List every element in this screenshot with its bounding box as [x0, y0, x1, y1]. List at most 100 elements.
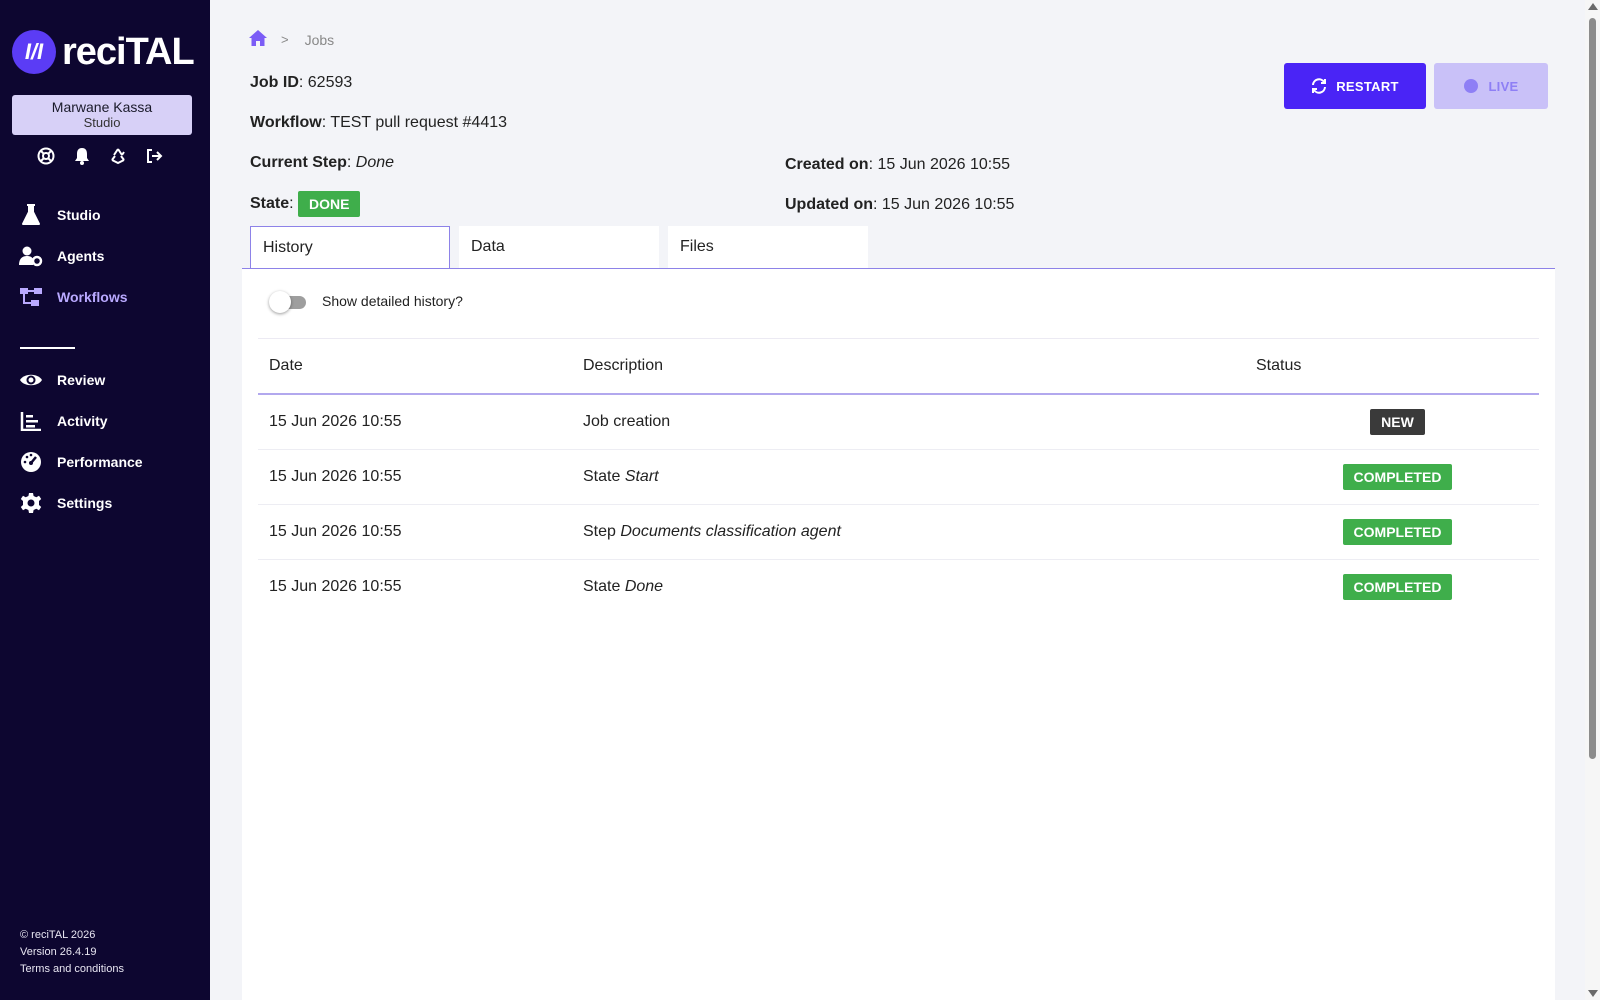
job-id-value: 62593	[307, 74, 353, 91]
nav-label-performance: Performance	[57, 453, 143, 470]
bell-icon[interactable]	[72, 146, 91, 165]
version: Version 26.4.19	[20, 946, 97, 958]
breadcrumb-separator: >	[281, 32, 289, 47]
description-emphasis: Done	[624, 577, 664, 595]
row-date: 15 Jun 2026 10:55	[258, 504, 572, 560]
user-role: Studio	[83, 115, 121, 130]
live-label: LIVE	[1488, 78, 1519, 94]
row-description: Step Documents classification agent	[572, 504, 1256, 560]
scroll-thumb[interactable]	[1589, 18, 1596, 759]
job-created: Created on: 15 Jun 2026 10:55	[785, 156, 1011, 173]
logo[interactable]: I/I reciTAL	[12, 30, 195, 74]
gauge-icon	[19, 450, 43, 474]
created-label: Created on	[785, 156, 869, 173]
breadcrumb-jobs[interactable]: Jobs	[305, 32, 335, 48]
detailed-history-toggle-row: Show detailed history?	[269, 290, 463, 313]
row-status: COMPLETED	[1256, 559, 1539, 614]
row-description: State Start	[572, 449, 1256, 505]
description-emphasis: Start	[624, 467, 659, 485]
nav-divider	[20, 347, 75, 349]
job-updated: Updated on: 15 Jun 2026 10:55	[785, 196, 1015, 213]
row-status: COMPLETED	[1256, 504, 1539, 560]
tab-data[interactable]: Data	[459, 226, 659, 269]
nav-item-performance[interactable]: Performance	[0, 441, 210, 482]
job-id: Job ID: 62593	[250, 74, 353, 91]
description-text: Step	[583, 522, 621, 540]
created-value: 15 Jun 2026 10:55	[877, 156, 1011, 173]
recycle-icon[interactable]	[108, 146, 127, 165]
description-text: State	[583, 577, 625, 595]
row-status: NEW	[1256, 394, 1539, 450]
scroll-down-arrow[interactable]	[1588, 990, 1598, 997]
row-date: 15 Jun 2026 10:55	[258, 394, 572, 450]
agents-icon	[19, 244, 43, 268]
table-header-row: Date Description Status	[258, 339, 1539, 395]
restart-label: RESTART	[1336, 78, 1399, 94]
logo-mark: I/I	[12, 30, 56, 74]
live-button[interactable]: LIVE	[1434, 63, 1548, 109]
nav-label-review: Review	[57, 371, 106, 388]
nav-item-studio[interactable]: Studio	[0, 194, 210, 235]
nav-item-workflows[interactable]: Workflows	[0, 276, 210, 317]
nav-label-settings: Settings	[57, 494, 113, 511]
sidebar-footer: © reciTAL 2026 Version 26.4.19 Terms and…	[20, 927, 124, 978]
workflow-icon	[19, 285, 43, 309]
breadcrumb: > Jobs	[249, 30, 334, 49]
main-content: > Jobs Job ID: 62593 Workflow: TEST pull…	[210, 0, 1585, 1000]
page-scrollbar[interactable]	[1585, 0, 1600, 1000]
table-row: 15 Jun 2026 10:55 State Start COMPLETED	[258, 449, 1539, 505]
job-workflow: Workflow: TEST pull request #4413	[250, 114, 508, 131]
step-value: Done	[355, 154, 395, 171]
detailed-history-toggle[interactable]	[269, 290, 308, 313]
tab-files[interactable]: Files	[668, 226, 868, 269]
logout-icon[interactable]	[144, 146, 163, 165]
nav-item-activity[interactable]: Activity	[0, 400, 210, 441]
column-header-description[interactable]: Description	[572, 339, 1256, 395]
updated-value: 15 Jun 2026 10:55	[881, 196, 1015, 213]
eye-icon	[19, 368, 43, 392]
status-badge: NEW	[1370, 408, 1425, 435]
chart-icon	[19, 409, 43, 433]
table-row: 15 Jun 2026 10:55 Step Documents classif…	[258, 504, 1539, 560]
primary-nav: Studio Agents Workflows	[0, 194, 210, 317]
row-description: State Done	[572, 559, 1256, 614]
state-label: State	[250, 195, 290, 213]
description-emphasis: Documents classification agent	[620, 522, 841, 540]
row-date: 15 Jun 2026 10:55	[258, 449, 572, 505]
workflow-value: TEST pull request #4413	[330, 114, 508, 131]
user-card[interactable]: Marwane Kassa Studio	[12, 95, 192, 135]
record-icon	[1463, 78, 1479, 94]
history-table: Date Description Status 15 Jun 2026 10:5…	[258, 339, 1539, 614]
nav-item-settings[interactable]: Settings	[0, 482, 210, 523]
toggle-label: Show detailed history?	[322, 293, 463, 309]
row-date: 15 Jun 2026 10:55	[269, 577, 402, 595]
restart-button[interactable]: RESTART	[1284, 63, 1426, 109]
row-description: Job creation	[572, 394, 1256, 450]
job-current-step: Current Step: Done	[250, 154, 395, 171]
status-badge: COMPLETED	[1342, 518, 1453, 545]
terms-link[interactable]: Terms and conditions	[20, 961, 124, 978]
step-label: Current Step	[250, 154, 347, 171]
state-badge: DONE	[298, 191, 361, 217]
nav-label-workflows: Workflows	[57, 288, 128, 305]
nav-item-review[interactable]: Review	[0, 359, 210, 400]
nav-label-studio: Studio	[57, 206, 101, 223]
status-badge: COMPLETED	[1342, 573, 1453, 600]
column-header-date[interactable]: Date	[258, 339, 572, 395]
workflow-label: Workflow	[250, 114, 322, 131]
secondary-nav: Review Activity Performance Settings	[0, 359, 210, 523]
job-state: State: DONE	[250, 191, 361, 217]
nav-item-agents[interactable]: Agents	[0, 235, 210, 276]
user-name: Marwane Kassa	[51, 99, 153, 115]
tab-history[interactable]: History	[250, 226, 450, 270]
sidebar: I/I reciTAL Marwane Kassa Studio Studio	[0, 0, 210, 1000]
help-icon[interactable]	[36, 146, 55, 165]
scroll-up-arrow[interactable]	[1588, 3, 1598, 10]
nav-label-agents: Agents	[57, 247, 105, 264]
home-icon[interactable]	[249, 30, 267, 49]
gear-icon	[19, 491, 43, 515]
column-header-status[interactable]: Status	[1256, 339, 1539, 395]
toggle-knob	[269, 291, 291, 313]
copyright: © reciTAL 2026	[20, 929, 96, 941]
history-panel: Show detailed history? Date Description …	[242, 269, 1555, 1000]
